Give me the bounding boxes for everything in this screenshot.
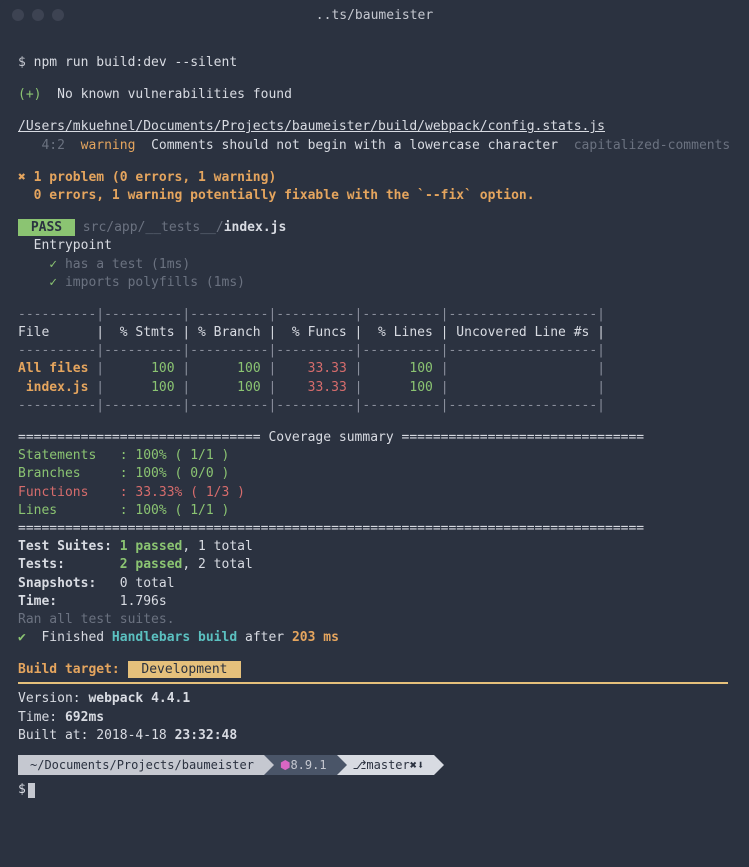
vulnerability-text: No known vulnerabilities found <box>41 87 291 102</box>
titlebar: ..ts/baumeister <box>0 0 749 30</box>
status-node-segment: ⬢ 8.9.1 <box>264 755 337 775</box>
status-git-segment: ⎇ master ✖ ⬇ <box>337 755 435 775</box>
jest-file: index.js <box>224 220 287 235</box>
cov-lines: 100 <box>362 380 432 395</box>
git-dirty-icon: ✖ <box>410 757 417 774</box>
webpack-time-line: Time: 692ms <box>18 709 731 727</box>
table-sep: ----------|----------|----------|-------… <box>18 342 731 360</box>
cursor-icon <box>28 783 35 798</box>
coverage-summary-header: =============================== Coverage… <box>18 429 731 447</box>
terminal-output: $ npm run build:dev --silent (+) No know… <box>0 30 749 809</box>
cov-stmts: 100 <box>104 380 174 395</box>
cov-funcs: 33.33 <box>276 380 346 395</box>
lint-rule: capitalized-comments <box>574 138 731 153</box>
ran-all-line: Ran all test suites. <box>18 611 731 629</box>
handlebars-line: ✔ Finished Handlebars build after 203 ms <box>18 629 731 647</box>
lint-file-path: /Users/mkuehnel/Documents/Projects/baume… <box>18 119 605 134</box>
jest-pass-line: PASS src/app/__tests__/index.js <box>18 219 731 237</box>
command-text: npm run build:dev --silent <box>34 55 238 70</box>
cov-branch: 100 <box>190 361 260 376</box>
cov-branch: 100 <box>190 380 260 395</box>
check-icon: ✓ <box>18 257 65 272</box>
jest-test-1: ✓ has a test (1ms) <box>18 256 731 274</box>
cov-uncov: | <box>449 380 606 395</box>
table-header: File | % Stmts | % Branch | % Funcs | % … <box>18 324 731 342</box>
cov-lines: 100 <box>362 361 432 376</box>
coverage-summary-footer: ========================================… <box>18 520 731 538</box>
build-target-badge: Development <box>128 661 242 678</box>
lint-row: 4:2 warning Comments should not begin wi… <box>18 137 731 155</box>
cwd-path: ~/Documents/Projects/baumeister <box>30 757 254 774</box>
cov-summary-stmts: Statements : 100% ( 1/1 ) <box>18 447 731 465</box>
git-branch: master <box>366 757 409 774</box>
table-sep: ----------|----------|----------|-------… <box>18 397 731 415</box>
plus-icon: (+) <box>18 87 41 102</box>
build-target-line: Build target: Development <box>18 661 731 679</box>
prompt-line[interactable]: $ <box>18 781 731 799</box>
cov-file: All files <box>18 361 88 376</box>
cov-stmts: 100 <box>104 361 174 376</box>
maximize-icon[interactable] <box>52 9 64 21</box>
table-row: index.js | 100 | 100 | 33.33 | 100 | | <box>18 379 731 397</box>
table-row: All files | 100 | 100 | 33.33 | 100 | | <box>18 360 731 378</box>
cov-file: index.js <box>18 380 88 395</box>
build-target-label: Build target: <box>18 662 128 677</box>
status-bar: ~/Documents/Projects/baumeister ⬢ 8.9.1 … <box>18 755 731 775</box>
handlebars-name: Handlebars <box>112 630 190 645</box>
time-line: Time: 1.796s <box>18 593 731 611</box>
problem-summary: ✖ 1 problem (0 errors, 1 warning) <box>18 170 276 185</box>
table-sep: ----------|----------|----------|-------… <box>18 306 731 324</box>
cov-summary-functions: Functions : 33.33% ( 1/3 ) <box>18 484 731 502</box>
status-path-segment: ~/Documents/Projects/baumeister <box>18 755 264 775</box>
check-icon: ✔ <box>18 630 26 645</box>
node-version: 8.9.1 <box>290 757 326 774</box>
prompt-symbol: $ <box>18 781 26 799</box>
cov-summary-branches: Branches : 100% ( 0/0 ) <box>18 465 731 483</box>
jest-entrypoint: Entrypoint <box>18 238 112 253</box>
jest-path-dim: src/app/__tests__/ <box>75 220 224 235</box>
cov-funcs: 33.33 <box>276 361 346 376</box>
window-title: ..ts/baumeister <box>316 8 433 23</box>
command-line: $ npm run build:dev --silent <box>18 54 731 72</box>
jest-test-1-text: has a test (1ms) <box>65 257 190 272</box>
webpack-version-line: Version: webpack 4.4.1 <box>18 690 731 708</box>
test-suites-line: Test Suites: 1 passed, 1 total <box>18 538 731 556</box>
snapshots-line: Snapshots: 0 total <box>18 575 731 593</box>
node-icon: ⬢ <box>280 757 290 774</box>
lint-level: warning <box>81 138 136 153</box>
minimize-icon[interactable] <box>32 9 44 21</box>
git-ahead-icon: ⬇ <box>417 757 424 774</box>
traffic-lights <box>12 9 64 21</box>
cov-uncov: | <box>449 361 606 376</box>
branch-icon: ⎇ <box>353 757 367 774</box>
pass-badge: PASS <box>18 219 75 236</box>
problem-fixable: 0 errors, 1 warning potentially fixable … <box>18 188 535 203</box>
prompt-symbol: $ <box>18 55 34 70</box>
lint-position: 4:2 <box>18 138 81 153</box>
check-icon: ✓ <box>18 275 65 290</box>
cov-summary-lines: Lines : 100% ( 1/1 ) <box>18 502 731 520</box>
tests-line: Tests: 2 passed, 2 total <box>18 556 731 574</box>
lint-message: Comments should not begin with a lowerca… <box>135 138 573 153</box>
jest-test-2-text: imports polyfills (1ms) <box>65 275 245 290</box>
close-icon[interactable] <box>12 9 24 21</box>
jest-test-2: ✓ imports polyfills (1ms) <box>18 274 731 292</box>
webpack-built-line: Built at: 2018-4-18 23:32:48 <box>18 727 731 745</box>
handlebars-ms: 203 ms <box>292 630 339 645</box>
vulnerability-line: (+) No known vulnerabilities found <box>18 86 731 104</box>
